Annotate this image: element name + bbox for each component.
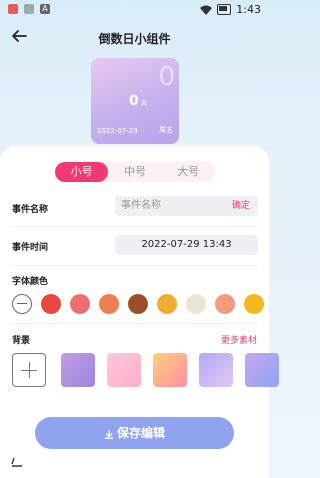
color-swatch[interactable] — [41, 294, 61, 314]
no-color-swatch[interactable] — [12, 294, 32, 314]
preview-big-number: 0 — [158, 62, 175, 92]
widget-preview: 0 0 天 2022-07-29 周五 — [91, 58, 179, 144]
event-time-field[interactable]: 2022-07-29 13:43 — [115, 235, 258, 255]
event-name-input[interactable]: 事件名称 确定 — [115, 196, 258, 216]
download-icon — [104, 429, 113, 439]
color-swatch[interactable] — [157, 294, 177, 314]
event-time-label: 事件时间 — [12, 243, 49, 253]
background-label: 背景 — [12, 336, 31, 346]
event-name-label: 事件名称 — [12, 205, 49, 215]
font-app-icon: A — [40, 4, 50, 14]
color-swatch[interactable] — [186, 294, 206, 314]
color-swatch[interactable] — [128, 294, 148, 314]
confirm-button[interactable]: 确定 — [232, 196, 250, 216]
status-time: 1:43 — [236, 3, 261, 16]
settings-panel: 小号 中号 大号 事件名称 事件名称 确定 事件时间 2022-07-29 13… — [0, 146, 279, 478]
font-color-label: 字体颜色 — [12, 277, 49, 287]
tab-large[interactable]: 大号 — [162, 162, 215, 182]
color-swatch[interactable] — [70, 294, 90, 314]
save-button-label: 保存编辑 — [116, 426, 165, 440]
preview-count: 0 — [129, 93, 139, 109]
gallery-icon — [24, 4, 34, 14]
wifi-icon — [200, 5, 213, 15]
preview-date: 2022-07-29 — [97, 127, 138, 135]
color-swatch[interactable] — [244, 294, 264, 314]
background-tile[interactable] — [199, 353, 233, 387]
tab-small[interactable]: 小号 — [55, 162, 109, 182]
background-tile[interactable] — [245, 353, 279, 387]
background-tile[interactable] — [107, 353, 141, 387]
background-tile[interactable] — [153, 353, 187, 387]
preview-unit: 天 — [141, 100, 148, 107]
home-indicator-icon — [11, 457, 22, 467]
status-bar: A 1:43 — [0, 0, 269, 20]
notification-icon — [8, 4, 18, 14]
nav-bar: 倒数日小组件 — [0, 22, 269, 52]
background-tile[interactable] — [61, 353, 95, 387]
save-button[interactable]: 保存编辑 — [35, 417, 234, 449]
status-left: A — [8, 4, 50, 14]
add-background-button[interactable] — [12, 353, 46, 387]
divider — [12, 226, 257, 227]
color-swatch[interactable] — [99, 294, 119, 314]
preview-weekday: 周五 — [159, 126, 173, 134]
event-name-placeholder: 事件名称 — [121, 200, 161, 211]
divider — [12, 265, 257, 266]
size-tabs: 小号 中号 大号 — [55, 162, 215, 182]
tab-medium[interactable]: 中号 — [108, 162, 161, 182]
color-swatch[interactable] — [215, 294, 235, 314]
page-title: 倒数日小组件 — [98, 32, 171, 46]
more-materials-link[interactable]: 更多素材 — [221, 333, 257, 346]
status-right: 1:43 — [200, 3, 261, 16]
battery-icon — [217, 4, 232, 15]
divider — [12, 323, 257, 324]
